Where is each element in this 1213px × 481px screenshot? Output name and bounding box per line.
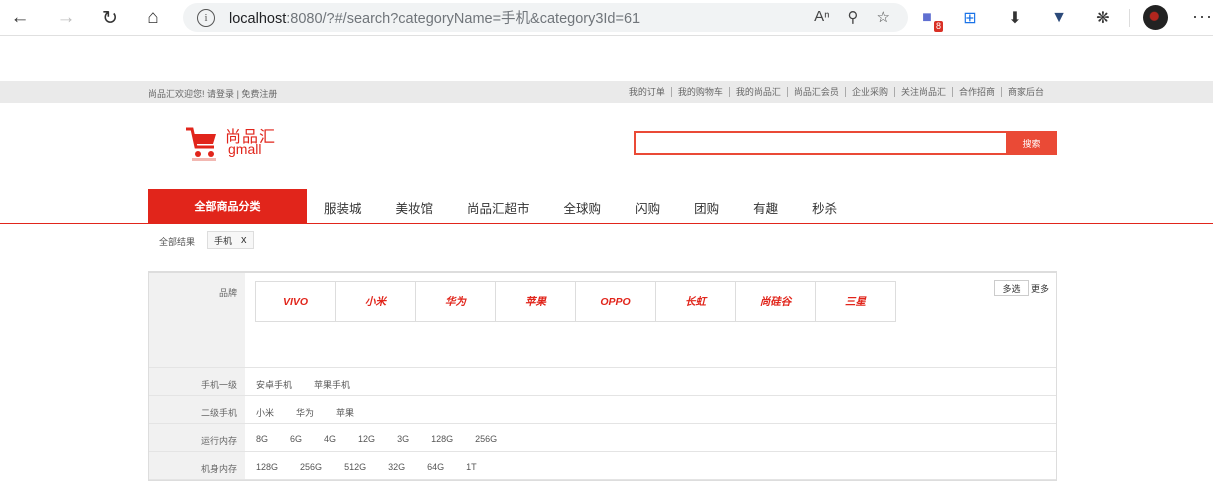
brand-item[interactable]: 小米 bbox=[335, 281, 416, 322]
read-aloud-icon[interactable]: Aⁿ bbox=[814, 8, 829, 26]
forward-arrow-icon[interactable]: → bbox=[53, 5, 79, 31]
brand-item[interactable]: OPPO bbox=[575, 281, 656, 322]
multi-select-button[interactable]: 多选 bbox=[994, 280, 1029, 296]
attr-label: 机身内存 bbox=[149, 452, 245, 479]
attr-value[interactable]: 华为 bbox=[296, 406, 314, 419]
nav-link-flash[interactable]: 闪购 bbox=[635, 198, 660, 217]
brand-item[interactable]: 尚硅谷 bbox=[735, 281, 816, 322]
attr-row: 二级手机 小米 华为 苹果 bbox=[149, 396, 1056, 424]
breadcrumb-tag-close-icon[interactable]: x bbox=[241, 234, 247, 246]
breadcrumb-tag-label: 手机 bbox=[214, 235, 233, 246]
toolbar-divider bbox=[1129, 9, 1130, 27]
nav-link-clothing[interactable]: 服装城 bbox=[324, 198, 362, 217]
shopping-cart-icon bbox=[186, 127, 216, 161]
login-divider: | bbox=[236, 89, 239, 99]
nav-link-beauty[interactable]: 美妆馆 bbox=[396, 198, 434, 217]
nav-link-global[interactable]: 全球购 bbox=[564, 198, 602, 217]
attr-value[interactable]: 12G bbox=[358, 434, 375, 444]
attr-row: 手机一级 安卓手机 苹果手机 bbox=[149, 368, 1056, 396]
brand-item[interactable]: 苹果 bbox=[495, 281, 576, 322]
topbar-link-member[interactable]: 尚品汇会员 bbox=[786, 87, 845, 97]
topbar-link-cart[interactable]: 我的购物车 bbox=[670, 87, 729, 97]
topbar-link-my[interactable]: 我的尚品汇 bbox=[728, 87, 787, 97]
attr-value[interactable]: 苹果手机 bbox=[314, 378, 350, 391]
topbar-link-orders[interactable]: 我的订单 bbox=[623, 87, 671, 97]
reload-icon[interactable]: ↻ bbox=[97, 5, 123, 31]
attr-value[interactable]: 苹果 bbox=[336, 406, 354, 419]
logo-english-text: gmall bbox=[228, 141, 262, 157]
favorite-add-icon[interactable]: ☆ bbox=[877, 8, 890, 26]
topbar-links: 我的订单 我的购物车 我的尚品汇 尚品汇会员 企业采购 关注尚品汇 合作招商 商… bbox=[623, 87, 1050, 97]
address-bar[interactable]: i localhost:8080/?#/search?categoryName=… bbox=[183, 3, 908, 32]
extensions-icon[interactable]: ❋ bbox=[1091, 6, 1115, 30]
browser-toolbar: ← → ↻ ⌂ i localhost:8080/?#/search?categ… bbox=[0, 0, 1213, 36]
attr-row: 运行内存 8G 6G 4G 12G 3G 128G 256G bbox=[149, 424, 1056, 452]
attr-value[interactable]: 6G bbox=[290, 434, 302, 444]
more-menu-icon[interactable]: ··· bbox=[1192, 6, 1213, 27]
attr-value[interactable]: 3G bbox=[397, 434, 409, 444]
crop-icon[interactable]: ⊞ bbox=[958, 6, 982, 30]
nav-divider bbox=[0, 223, 1213, 224]
attr-value[interactable]: 128G bbox=[431, 434, 453, 444]
filter-selector: 品牌 VIVO 小米 华为 苹果 OPPO 长虹 尚硅谷 三星 多选 更多 手机… bbox=[148, 271, 1057, 481]
topbar-link-partner[interactable]: 合作招商 bbox=[951, 87, 1001, 97]
breadcrumb-all[interactable]: 全部结果 bbox=[159, 235, 195, 248]
brand-label: 品牌 bbox=[149, 273, 245, 367]
brand-item[interactable]: 长虹 bbox=[655, 281, 736, 322]
nav-link-fun[interactable]: 有趣 bbox=[753, 198, 778, 217]
site-info-icon[interactable]: i bbox=[197, 8, 215, 27]
extension-badge: 8 bbox=[933, 21, 943, 32]
login-link[interactable]: 请登录 bbox=[207, 89, 234, 99]
attr-label: 运行内存 bbox=[149, 424, 245, 451]
more-button[interactable]: 更多 bbox=[1031, 282, 1049, 295]
profile-avatar[interactable] bbox=[1143, 5, 1168, 30]
site-logo[interactable]: 尚品汇 gmall bbox=[185, 123, 280, 163]
welcome-text: 尚品汇欢迎您! bbox=[148, 89, 205, 99]
attr-value[interactable]: 安卓手机 bbox=[256, 378, 292, 391]
attr-row: 机身内存 128G 256G 512G 32G 64G 1T bbox=[149, 452, 1056, 480]
attr-label: 手机一级 bbox=[149, 368, 245, 395]
topbar-link-enterprise[interactable]: 企业采购 bbox=[844, 87, 894, 97]
site-topbar: 尚品汇欢迎您! 请登录 | 免费注册 我的订单 我的购物车 我的尚品汇 尚品汇会… bbox=[0, 81, 1213, 103]
all-categories-button[interactable]: 全部商品分类 bbox=[148, 189, 307, 223]
topbar-link-follow[interactable]: 关注尚品汇 bbox=[893, 87, 952, 97]
breadcrumb-tag: 手机 x bbox=[207, 231, 254, 249]
brand-row: 品牌 VIVO 小米 华为 苹果 OPPO 长虹 尚硅谷 三星 多选 更多 bbox=[149, 273, 1056, 368]
address-url[interactable]: localhost:8080/?#/search?categoryName=手机… bbox=[229, 7, 640, 28]
nav-link-seckill[interactable]: 秒杀 bbox=[812, 198, 837, 217]
nav-link-supermarket[interactable]: 尚品汇超市 bbox=[467, 198, 530, 217]
brand-item[interactable]: 华为 bbox=[415, 281, 496, 322]
search-button[interactable]: 搜索 bbox=[1006, 131, 1057, 155]
nav-link-group[interactable]: 团购 bbox=[694, 198, 719, 217]
attr-value[interactable]: 8G bbox=[256, 434, 268, 444]
vue-devtools-icon[interactable]: ▼ bbox=[1047, 6, 1071, 30]
attr-label: 二级手机 bbox=[149, 396, 245, 423]
topbar-link-seller[interactable]: 商家后台 bbox=[1000, 87, 1050, 97]
brand-grid: VIVO 小米 华为 苹果 OPPO 长虹 尚硅谷 三星 bbox=[255, 281, 896, 322]
main-nav: 服装城 美妆馆 尚品汇超市 全球购 闪购 团购 有趣 秒杀 bbox=[324, 198, 871, 217]
download-icon[interactable]: ⬇ bbox=[1003, 6, 1027, 30]
zoom-out-icon[interactable]: ⚲ bbox=[848, 8, 859, 26]
brand-item[interactable]: 三星 bbox=[815, 281, 896, 322]
attr-value[interactable]: 小米 bbox=[256, 406, 274, 419]
back-arrow-icon[interactable]: ← bbox=[7, 5, 33, 31]
attr-value[interactable]: 4G bbox=[324, 434, 336, 444]
search-input[interactable] bbox=[634, 131, 1006, 155]
register-link[interactable]: 免费注册 bbox=[241, 89, 277, 99]
home-icon[interactable]: ⌂ bbox=[140, 5, 166, 31]
extension-puzzle-icon[interactable]: ■ 8 bbox=[915, 6, 943, 32]
attr-value[interactable]: 256G bbox=[475, 434, 497, 444]
brand-item[interactable]: VIVO bbox=[255, 281, 336, 322]
